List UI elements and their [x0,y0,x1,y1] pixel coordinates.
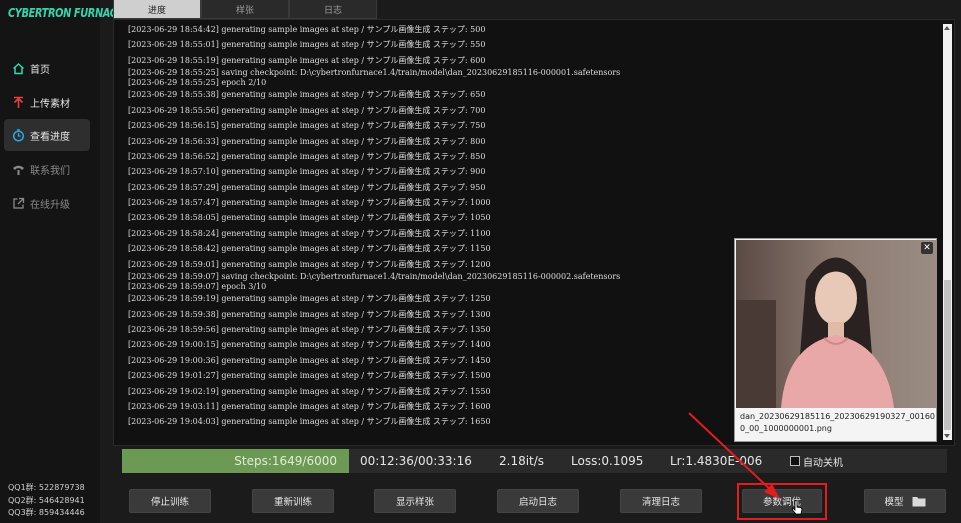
tab-bar: 进度 样张 日志 [113,0,377,19]
clear-log-button[interactable]: 清理日志 [620,489,702,513]
restart-training-button[interactable]: 重新训练 [252,489,334,513]
loss-value: Loss:0.1095 [571,454,644,468]
stop-training-button[interactable]: 停止训练 [129,489,211,513]
mouse-cursor [792,500,804,520]
iteration-speed: 2.18it/s [499,454,545,468]
qq-group-2: QQ2群: 546428941 [8,495,85,505]
tab-log[interactable]: 日志 [289,0,377,19]
sidebar-item-label: 查看进度 [30,131,70,143]
model-button-label: 模型 [884,497,904,508]
log-line: [2023-06-29 18:56:15] generating sample … [128,121,486,131]
progress-icon [11,128,25,142]
qq-groups: QQ1群: 522879738 QQ2群: 546428941 QQ3群: 85… [8,482,85,520]
log-line: [2023-06-29 18:56:52] generating sample … [128,151,486,161]
training-stats-bar: Steps:1649/6000 00:12:36/00:33:16 2.18it… [122,449,947,473]
scroll-up-icon[interactable] [944,26,950,30]
tab-samples[interactable]: 样张 [201,0,289,19]
log-line: [2023-06-29 18:55:56] generating sample … [128,105,486,115]
qq-group-3: QQ3群: 859434446 [8,508,85,517]
scroll-thumb[interactable] [944,280,951,430]
home-icon [11,61,25,75]
sidebar-item-label: 联系我们 [30,165,70,177]
steps-counter: Steps:1649/6000 [234,454,337,468]
log-line: [2023-06-29 18:57:47] generating sample … [128,198,491,208]
sidebar-item-home[interactable]: 首页 [4,52,90,84]
sample-preview-popup: dan_20230629185116_20230629190327_001600… [734,238,937,442]
upload-icon [11,95,25,109]
sidebar-item-upload[interactable]: 上传素材 [4,86,90,118]
sample-filename: dan_20230629185116_20230629190327_001600… [740,412,936,433]
log-line: [2023-06-29 18:57:29] generating sample … [128,182,486,192]
auto-shutdown-label: 自动关机 [803,457,843,469]
sidebar-item-label: 上传素材 [30,98,70,110]
sidebar-item-contact[interactable]: 联系我们 [4,153,90,185]
log-line: [2023-06-29 18:55:19] generating sample … [128,55,486,65]
log-line: [2023-06-29 18:54:42] generating sample … [128,25,486,34]
sidebar-item-progress[interactable]: 查看进度 [4,119,90,151]
highlight-box [737,483,827,520]
log-line: [2023-06-29 18:56:33] generating sample … [128,136,486,146]
launch-log-button[interactable]: 启动日志 [497,489,579,513]
scroll-down-icon[interactable] [944,434,950,438]
qq-group-1: QQ1群: 522879738 [8,483,85,492]
log-line: [2023-06-29 18:55:38] generating sample … [128,90,486,100]
model-button[interactable]: 模型 [864,489,946,513]
elapsed-time: 00:12:36/00:33:16 [360,454,472,468]
log-line: [2023-06-29 18:55:25] saving checkpoint:… [128,68,621,78]
sample-image [736,240,937,408]
log-line: [2023-06-29 18:55:25] epoch 2/10 [128,77,267,87]
log-scrollbar[interactable] [943,24,952,440]
folder-icon [912,496,926,507]
phone-icon [11,162,25,176]
auto-shutdown-checkbox[interactable]: 自动关机 [790,449,843,473]
learning-rate: Lr:1.4830E-006 [670,454,763,468]
tab-progress[interactable]: 进度 [113,0,201,19]
show-samples-button[interactable]: 显示样张 [374,489,456,513]
close-icon[interactable]: ✕ [921,242,933,254]
sidebar-item-label: 在线升级 [30,199,70,211]
log-line: [2023-06-29 18:57:10] generating sample … [128,167,486,177]
sidebar-item-upgrade[interactable]: 在线升级 [4,187,90,219]
app-logo: CYBERTRON FURNACE [8,6,123,20]
log-line: [2023-06-29 18:58:05] generating sample … [128,213,491,223]
log-line: [2023-06-29 18:55:01] generating sample … [128,40,486,50]
external-link-icon [11,196,25,210]
checkbox-icon[interactable] [790,456,800,466]
sidebar-item-label: 首页 [30,64,50,76]
sidebar: CYBERTRON FURNACE 首页 上传素材 查看进度 联系我们 在线升级… [0,0,123,523]
